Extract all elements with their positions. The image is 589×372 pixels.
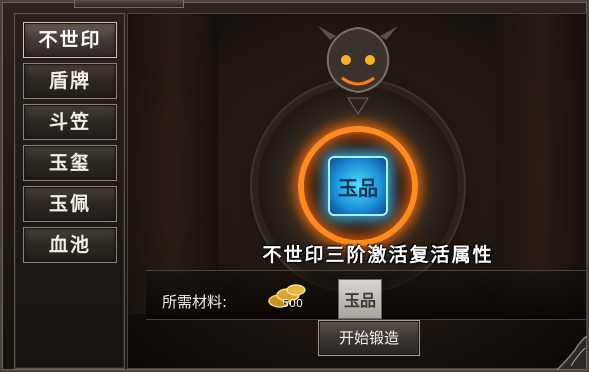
title-ornament bbox=[74, 0, 184, 8]
tab-yupei[interactable]: 玉佩 bbox=[23, 186, 117, 222]
seal-glyph: 玉品 bbox=[338, 175, 378, 200]
corner-ornament bbox=[555, 335, 587, 370]
seal-icon[interactable]: 玉品 bbox=[328, 156, 388, 216]
dragon-head-icon bbox=[318, 26, 398, 115]
seal-material-slot[interactable]: 玉品 bbox=[338, 279, 382, 319]
tab-bushiyin[interactable]: 不世印 bbox=[23, 22, 117, 58]
start-forge-button[interactable]: 开始锻造 bbox=[318, 320, 420, 356]
tab-xuechi[interactable]: 血池 bbox=[23, 227, 117, 263]
gold-count: 500 bbox=[282, 297, 303, 310]
right-pillar bbox=[496, 14, 586, 314]
tab-douli[interactable]: 斗笠 bbox=[23, 104, 117, 140]
material-label: 所需材料: bbox=[162, 293, 228, 311]
tab-panel: 不世印 盾牌 斗笠 玉玺 玉佩 血池 bbox=[14, 13, 125, 369]
seal-material-glyph: 玉品 bbox=[343, 291, 376, 310]
window-frame: 不世印 盾牌 斗笠 玉玺 玉佩 血池 玉品 不世印三阶激活复活属性 所需材料: bbox=[0, 0, 589, 372]
attribute-title: 不世印三阶激活复活属性 bbox=[262, 244, 494, 266]
tab-dunpai[interactable]: 盾牌 bbox=[23, 63, 117, 99]
material-bar: 所需材料: 500 玉品 bbox=[146, 270, 586, 320]
tab-yuxi[interactable]: 玉玺 bbox=[23, 145, 117, 181]
forge-scene: 玉品 不世印三阶激活复活属性 所需材料: 500 玉品 开始锻造 bbox=[127, 13, 587, 369]
left-pillar bbox=[128, 14, 218, 314]
